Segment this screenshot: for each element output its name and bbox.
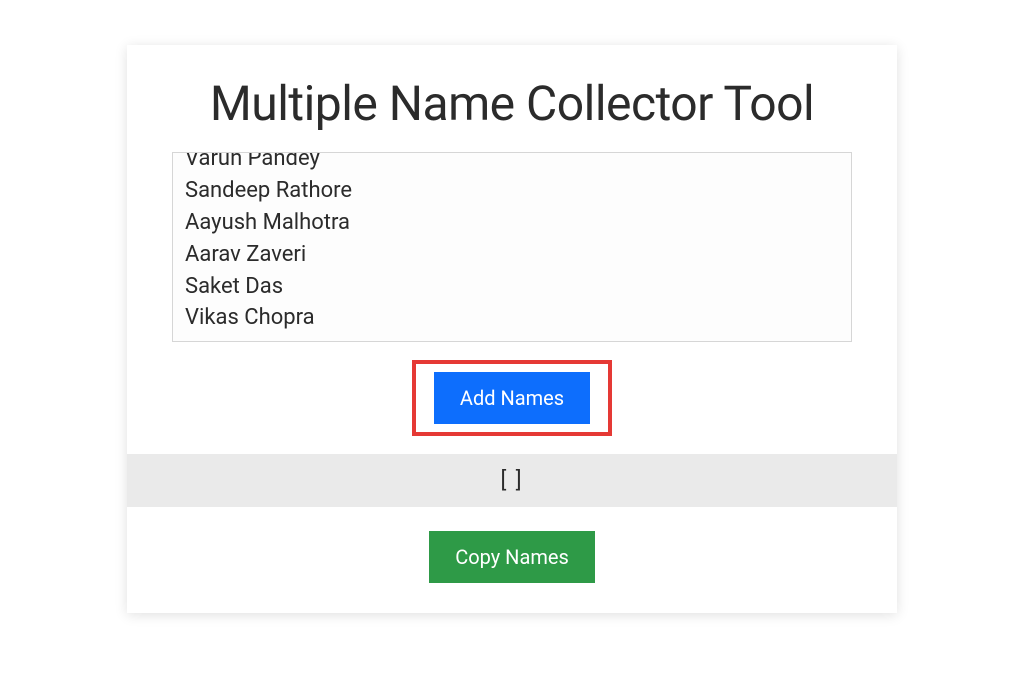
tool-card: Multiple Name Collector Tool Add Names [… bbox=[127, 45, 897, 613]
page-title: Multiple Name Collector Tool bbox=[127, 45, 897, 152]
output-display: [ ] bbox=[127, 454, 897, 507]
names-input[interactable] bbox=[172, 152, 852, 342]
textarea-container bbox=[127, 152, 897, 346]
copy-button-row: Copy Names bbox=[127, 531, 897, 583]
add-button-row: Add Names bbox=[127, 346, 897, 454]
copy-names-button[interactable]: Copy Names bbox=[429, 531, 595, 583]
highlight-frame: Add Names bbox=[412, 360, 612, 436]
add-names-button[interactable]: Add Names bbox=[434, 372, 590, 424]
